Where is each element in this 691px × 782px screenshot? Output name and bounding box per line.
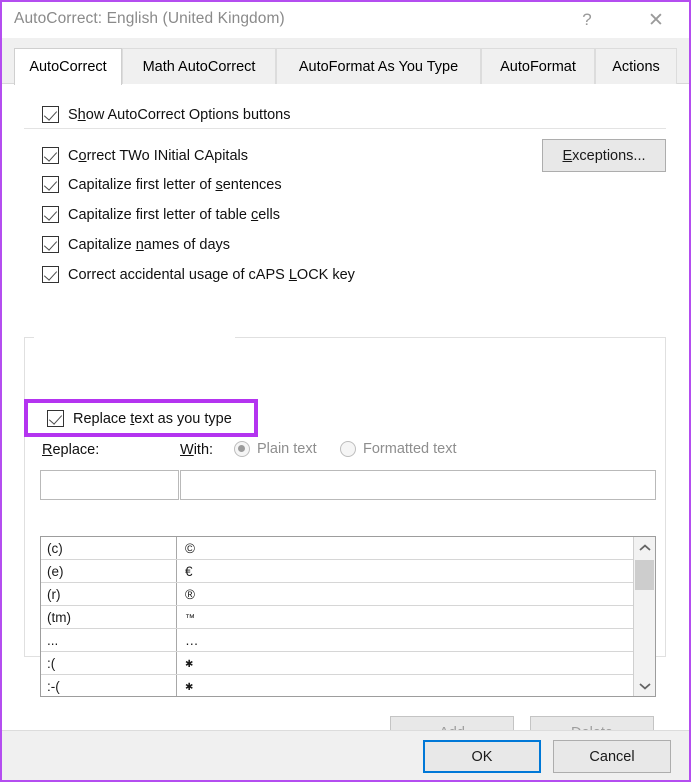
- checkbox-box[interactable]: [42, 147, 59, 164]
- checkbox-show-autocorrect-options[interactable]: Show AutoCorrect Options buttons: [42, 106, 290, 123]
- group-border-left: [24, 337, 34, 338]
- list-scrollbar[interactable]: [633, 537, 655, 696]
- list-item[interactable]: (tm) ™: [41, 606, 635, 629]
- scrollbar-thumb[interactable]: [635, 560, 654, 590]
- checkbox-box[interactable]: [42, 206, 59, 223]
- checkbox-correct-two-initial-capitals[interactable]: Correct TWo INitial CApitals: [42, 147, 248, 164]
- exceptions-button[interactable]: Exceptions...: [542, 139, 666, 172]
- checkbox-box[interactable]: [47, 410, 64, 427]
- cancel-button[interactable]: Cancel: [553, 740, 671, 773]
- tab-label: AutoCorrect: [29, 59, 106, 75]
- checkbox-label: Capitalize first letter of sentences: [68, 177, 282, 193]
- entry-replace: (tm): [41, 606, 177, 628]
- checkbox-box[interactable]: [42, 266, 59, 283]
- entry-replace: (c): [41, 537, 177, 559]
- tab-autoformat-as-you-type[interactable]: AutoFormat As You Type: [276, 48, 481, 84]
- chevron-up-icon[interactable]: [634, 537, 655, 558]
- entry-with: ©: [177, 537, 635, 559]
- with-label: With:: [180, 442, 213, 458]
- entry-with: ✱: [177, 652, 635, 674]
- checkbox-capitalize-first-letter-table-cells[interactable]: Capitalize first letter of table cells: [42, 206, 280, 223]
- with-input[interactable]: [180, 470, 656, 500]
- tab-math-autocorrect[interactable]: Math AutoCorrect: [122, 48, 276, 84]
- tab-strip: AutoCorrect Math AutoCorrect AutoFormat …: [2, 38, 689, 84]
- replace-input[interactable]: [40, 470, 179, 500]
- list-item[interactable]: (e) €: [41, 560, 635, 583]
- tab-label: AutoFormat As You Type: [299, 59, 458, 75]
- list-item[interactable]: :-( ✱: [41, 675, 635, 697]
- checkbox-label: Capitalize first letter of table cells: [68, 207, 280, 223]
- radio-label: Plain text: [257, 441, 317, 457]
- tab-actions[interactable]: Actions: [595, 48, 677, 84]
- autocorrect-dialog: AutoCorrect: English (United Kingdom) ? …: [0, 0, 691, 782]
- list-rows: (c) © (e) € (r) ® (tm) ™ ... …: [41, 537, 635, 697]
- checkbox-box[interactable]: [42, 176, 59, 193]
- radio-plain-text[interactable]: Plain text: [234, 441, 317, 457]
- checkbox-box[interactable]: [42, 236, 59, 253]
- checkbox-label: Correct accidental usage of cAPS LOCK ke…: [68, 267, 355, 283]
- radio-button[interactable]: [234, 441, 250, 457]
- checkbox-correct-caps-lock[interactable]: Correct accidental usage of cAPS LOCK ke…: [42, 266, 355, 283]
- cancel-button-label: Cancel: [589, 749, 634, 765]
- dialog-footer: OK Cancel: [2, 730, 689, 780]
- checkbox-capitalize-names-of-days[interactable]: Capitalize names of days: [42, 236, 230, 253]
- entry-with: ®: [177, 583, 635, 605]
- entry-replace: (e): [41, 560, 177, 582]
- checkbox-label: Replace text as you type: [73, 411, 232, 427]
- autocorrect-entries-list[interactable]: (c) © (e) € (r) ® (tm) ™ ... …: [40, 536, 656, 697]
- replace-label: Replace:: [42, 442, 99, 458]
- checkbox-capitalize-first-letter-sentences[interactable]: Capitalize first letter of sentences: [42, 176, 282, 193]
- list-item[interactable]: :( ✱: [41, 652, 635, 675]
- entry-with: ™: [177, 606, 635, 628]
- entry-replace: :(: [41, 652, 177, 674]
- entry-with: …: [177, 629, 635, 651]
- close-icon[interactable]: ✕: [633, 2, 679, 38]
- entry-replace: (r): [41, 583, 177, 605]
- checkbox-replace-text-as-you-type[interactable]: Replace text as you type: [47, 410, 232, 427]
- tab-autocorrect[interactable]: AutoCorrect: [14, 48, 122, 85]
- checkbox-label: Show AutoCorrect Options buttons: [68, 107, 290, 123]
- title-bar: AutoCorrect: English (United Kingdom) ? …: [2, 2, 689, 38]
- window-title: AutoCorrect: English (United Kingdom): [14, 10, 285, 28]
- checkbox-box[interactable]: [42, 106, 59, 123]
- list-item[interactable]: (c) ©: [41, 537, 635, 560]
- tab-label: Actions: [612, 59, 660, 75]
- entry-replace: ...: [41, 629, 177, 651]
- radio-button[interactable]: [340, 441, 356, 457]
- ok-button-label: OK: [472, 749, 493, 765]
- list-item[interactable]: ... …: [41, 629, 635, 652]
- question-mark-icon[interactable]: ?: [564, 2, 610, 38]
- group-border-right: [235, 337, 666, 338]
- divider: [24, 128, 666, 129]
- radio-formatted-text[interactable]: Formatted text: [340, 441, 456, 457]
- exceptions-button-label: Exceptions...: [562, 148, 645, 164]
- radio-label: Formatted text: [363, 441, 456, 457]
- chevron-down-icon[interactable]: [634, 675, 655, 696]
- ok-button[interactable]: OK: [423, 740, 541, 773]
- list-item[interactable]: (r) ®: [41, 583, 635, 606]
- tab-label: AutoFormat: [500, 59, 576, 75]
- entry-with: ✱: [177, 675, 635, 697]
- checkbox-label: Capitalize names of days: [68, 237, 230, 253]
- entry-with: €: [177, 560, 635, 582]
- tab-autoformat[interactable]: AutoFormat: [481, 48, 595, 84]
- tab-label: Math AutoCorrect: [143, 59, 256, 75]
- entry-replace: :-(: [41, 675, 177, 697]
- dialog-body: Show AutoCorrect Options buttons Excepti…: [2, 84, 689, 730]
- checkbox-label: Correct TWo INitial CApitals: [68, 148, 248, 164]
